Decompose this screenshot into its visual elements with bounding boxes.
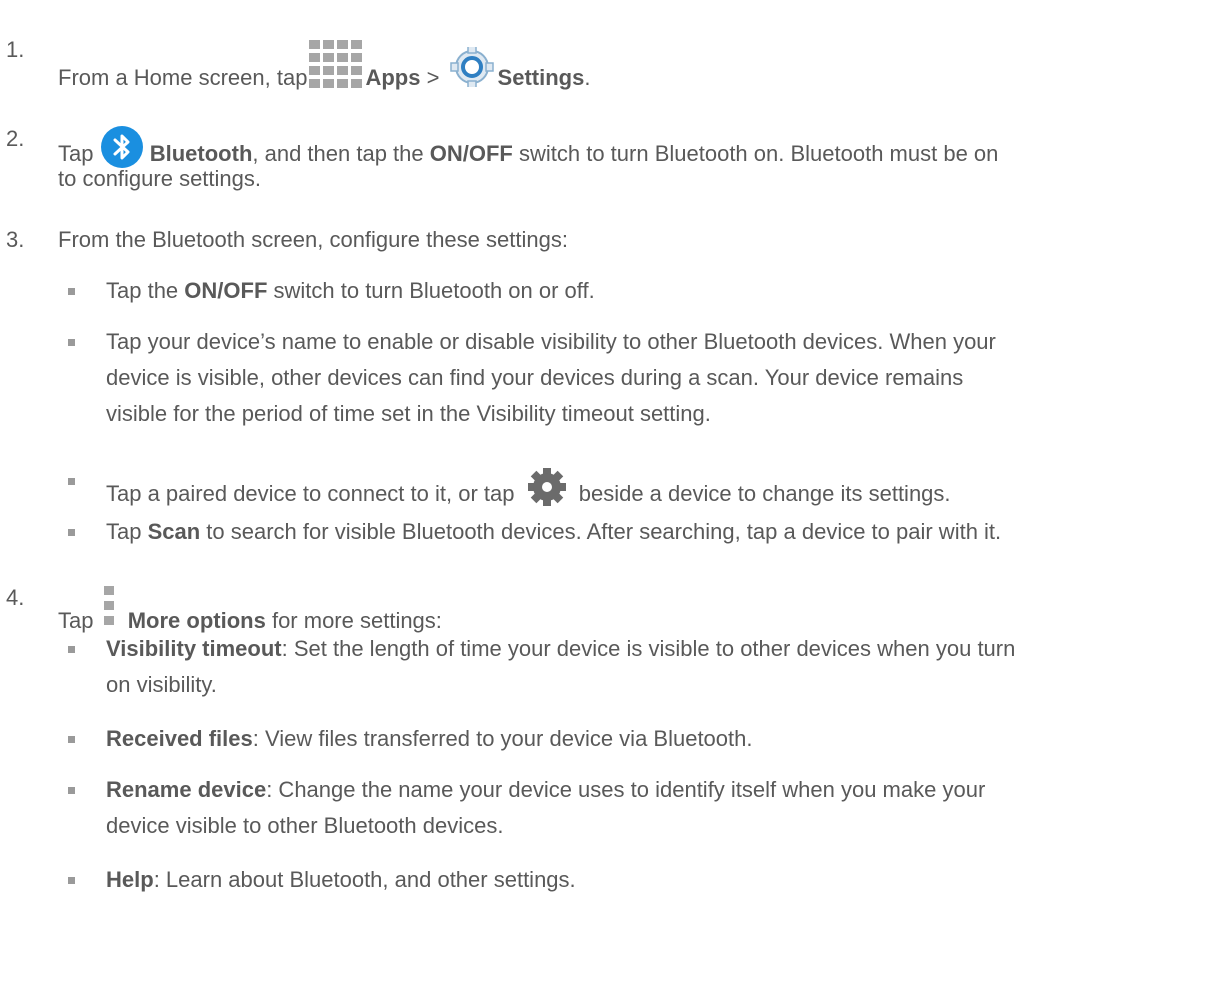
bullet-marker (68, 478, 75, 485)
step-3-text: From the Bluetooth screen, configure the… (58, 227, 568, 252)
apps-label: Apps (365, 65, 421, 90)
bullet-text: Tap a paired device to connect to it, or… (106, 481, 515, 506)
bullet-text: : Learn about Bluetooth, and other setti… (153, 867, 576, 892)
step-number: 3. (6, 227, 25, 252)
step-number: 1. (6, 37, 25, 62)
scan-label: Scan (147, 519, 201, 544)
step-4-bullet-1: Visibility timeout: Set the length of ti… (106, 635, 1015, 663)
step-2-mid1: , and then tap the (252, 141, 430, 166)
bullet-marker (68, 877, 75, 884)
step-4-bullet-4: Help: Learn about Bluetooth, and other s… (106, 866, 576, 894)
more-options-icon (100, 584, 122, 634)
step-4-text: Tap More options for more settings: (58, 584, 442, 635)
step-3-bullet-3: Tap a paired device to connect to it, or… (106, 467, 951, 508)
step-3-bullet-2-line-1: Tap your device’s name to enable or disa… (106, 329, 996, 354)
bullet-marker (68, 736, 75, 743)
step-3-bullet-4: Tap Scan to search for visible Bluetooth… (106, 518, 1001, 546)
step-4-pre: Tap (58, 608, 94, 633)
bluetooth-icon (100, 125, 144, 169)
bullet-marker (68, 529, 75, 536)
bullet-marker (68, 787, 75, 794)
more-options-label: More options (127, 608, 266, 633)
step-1-text: From a Home screen, tap Apps > Settings. (58, 36, 590, 94)
step-2-line-2: to configure settings. (58, 166, 262, 191)
step-2-pre: Tap (58, 141, 94, 166)
bullet-text: beside a device to change its settings. (578, 481, 951, 506)
help-label: Help (106, 867, 154, 892)
step-number: 2. (6, 126, 25, 151)
step-2-mid2: switch to turn Bluetooth on. Bluetooth m… (512, 141, 999, 166)
step-1-pre: From a Home screen, tap (58, 65, 308, 90)
step-3-bullet-2-line-3: visible for the period of time set in th… (106, 401, 711, 426)
step-number: 4. (6, 585, 25, 610)
step-4-bullet-2: Received files: View files transferred t… (106, 725, 753, 753)
onoff-label: ON/OFF (184, 278, 268, 303)
step-2-text: Tap Bluetooth, and then tap the ON/OFF s… (58, 125, 998, 169)
step-4-bullet-3-line-2: device visible to other Bluetooth device… (106, 813, 504, 838)
bullet-text: : Change the name your device uses to id… (266, 777, 986, 802)
bullet-marker (68, 339, 75, 346)
gear-icon (521, 467, 573, 507)
step-4-bullet-3: Rename device: Change the name your devi… (106, 776, 985, 804)
bullet-text: : Set the length of time your device is … (281, 636, 1016, 661)
settings-gear-icon (446, 45, 498, 89)
step-4-post: for more settings: (265, 608, 442, 633)
step-3-bullet-1: Tap the ON/OFF switch to turn Bluetooth … (106, 277, 595, 305)
step-3-bullet-2-line-2: device is visible, other devices can fin… (106, 365, 964, 390)
step-1-end: . (584, 65, 591, 90)
bluetooth-label: Bluetooth (149, 141, 253, 166)
bullet-text: : View files transferred to your device … (252, 726, 753, 751)
bullet-text: Tap (106, 519, 148, 544)
settings-label: Settings (497, 65, 585, 90)
bullet-marker (68, 646, 75, 653)
rename-device-label: Rename device (106, 777, 267, 802)
step-4-bullet-1-line-2: on visibility. (106, 672, 217, 697)
bullet-marker (68, 288, 75, 295)
received-files-label: Received files (106, 726, 253, 751)
visibility-timeout-label: Visibility timeout (106, 636, 282, 661)
arrow-separator: > (426, 65, 440, 90)
onoff-label: ON/OFF (429, 141, 513, 166)
bullet-text: Tap the (106, 278, 185, 303)
bullet-text: switch to turn Bluetooth on or off. (267, 278, 595, 303)
apps-grid-icon (307, 36, 365, 94)
bullet-text: to search for visible Bluetooth devices.… (200, 519, 1002, 544)
